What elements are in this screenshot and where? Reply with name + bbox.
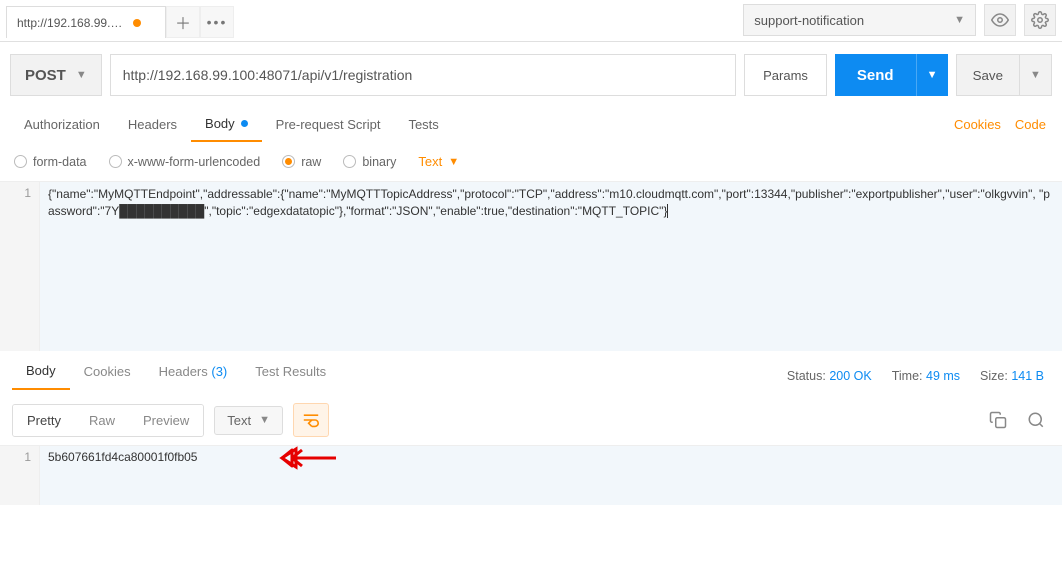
- request-config-tabs: Authorization Headers Body Pre-request S…: [0, 106, 1062, 142]
- chevron-down-icon: ▼: [76, 69, 87, 81]
- radio-icon: [282, 155, 295, 168]
- view-pretty-button[interactable]: Pretty: [13, 405, 75, 436]
- settings-button[interactable]: [1024, 4, 1056, 36]
- copy-icon: [989, 411, 1007, 429]
- body-type-row: form-data x-www-form-urlencoded raw bina…: [0, 142, 1062, 175]
- environment-name: support-notification: [754, 13, 864, 28]
- request-builder-row: POST ▼ http://192.168.99.100:48071/api/v…: [0, 42, 1062, 106]
- environment-quicklook-button[interactable]: [984, 4, 1016, 36]
- params-button[interactable]: Params: [744, 54, 827, 96]
- view-raw-button[interactable]: Raw: [75, 405, 129, 436]
- wrap-lines-button[interactable]: [293, 403, 329, 437]
- wrap-lines-icon: [301, 412, 321, 428]
- cookies-link[interactable]: Cookies: [954, 117, 1001, 132]
- chevron-down-icon: ▼: [927, 69, 938, 81]
- tab-prerequest-script[interactable]: Pre-request Script: [262, 106, 395, 142]
- radio-raw[interactable]: raw: [282, 155, 321, 169]
- http-method-selector[interactable]: POST ▼: [10, 54, 102, 96]
- dot-indicator-icon: [241, 120, 248, 127]
- response-tab-body[interactable]: Body: [12, 363, 70, 390]
- response-gutter: 1: [0, 446, 40, 505]
- tab-body[interactable]: Body: [191, 106, 262, 142]
- unsaved-dot-icon: [133, 19, 141, 27]
- radio-xwww[interactable]: x-www-form-urlencoded: [109, 155, 261, 169]
- editor-gutter: 1: [0, 182, 40, 351]
- response-tab-cookies[interactable]: Cookies: [70, 364, 145, 389]
- response-meta: Status: 200 OK Time: 49 ms Size: 141 B: [787, 369, 1050, 383]
- radio-icon: [109, 155, 122, 168]
- size-value: 141 B: [1011, 369, 1044, 383]
- request-url-input[interactable]: http://192.168.99.100:48071/api/v1/regis…: [110, 54, 736, 96]
- top-tab-bar: http://192.168.99.100: ＋ ••• support-not…: [0, 0, 1062, 42]
- gear-icon: [1031, 11, 1049, 29]
- tab-overflow-button[interactable]: •••: [200, 6, 234, 38]
- tab-tests[interactable]: Tests: [394, 106, 452, 142]
- tab-authorization[interactable]: Authorization: [10, 106, 114, 142]
- response-tab-tests[interactable]: Test Results: [241, 364, 340, 389]
- request-url-value: http://192.168.99.100:48071/api/v1/regis…: [123, 67, 413, 83]
- view-preview-button[interactable]: Preview: [129, 405, 203, 436]
- response-body-content[interactable]: 5b607661fd4ca80001f0fb05: [40, 446, 1062, 505]
- request-tab-title: http://192.168.99.100:: [17, 16, 127, 30]
- request-body-editor[interactable]: 1 {"name":"MyMQTTEndpoint","addressable"…: [0, 181, 1062, 351]
- raw-content-type-selector[interactable]: Text ▼: [418, 154, 459, 169]
- radio-icon: [343, 155, 356, 168]
- radio-form-data[interactable]: form-data: [14, 155, 87, 169]
- editor-content[interactable]: {"name":"MyMQTTEndpoint","addressable":{…: [40, 182, 1062, 351]
- chevron-down-icon: ▼: [259, 414, 270, 426]
- radio-binary[interactable]: binary: [343, 155, 396, 169]
- environment-selector[interactable]: support-notification ▼: [743, 4, 976, 36]
- search-response-button[interactable]: [1022, 406, 1050, 434]
- save-button[interactable]: Save: [956, 54, 1020, 96]
- response-body-editor[interactable]: 1 5b607661fd4ca80001f0fb05: [0, 445, 1062, 505]
- tab-headers[interactable]: Headers: [114, 106, 191, 142]
- http-method-label: POST: [25, 67, 66, 84]
- response-toolbar: Pretty Raw Preview Text ▼: [0, 391, 1062, 445]
- request-tab[interactable]: http://192.168.99.100:: [6, 6, 166, 38]
- response-tab-headers[interactable]: Headers (3): [145, 364, 242, 389]
- radio-icon: [14, 155, 27, 168]
- save-dropdown-button[interactable]: ▼: [1020, 54, 1052, 96]
- chevron-down-icon: ▼: [448, 156, 459, 168]
- code-link[interactable]: Code: [1015, 117, 1046, 132]
- send-dropdown-button[interactable]: ▼: [916, 54, 948, 96]
- text-cursor-icon: [667, 204, 668, 218]
- response-tabs-row: Body Cookies Headers (3) Test Results St…: [0, 351, 1062, 391]
- eye-icon: [991, 11, 1009, 29]
- response-format-selector[interactable]: Text ▼: [214, 406, 283, 435]
- chevron-down-icon: ▼: [954, 14, 965, 26]
- time-value: 49 ms: [926, 369, 960, 383]
- status-value: 200 OK: [829, 369, 871, 383]
- send-button[interactable]: Send: [835, 54, 916, 96]
- chevron-down-icon: ▼: [1030, 69, 1041, 81]
- new-tab-button[interactable]: ＋: [166, 6, 200, 38]
- search-icon: [1027, 411, 1045, 429]
- copy-response-button[interactable]: [984, 406, 1012, 434]
